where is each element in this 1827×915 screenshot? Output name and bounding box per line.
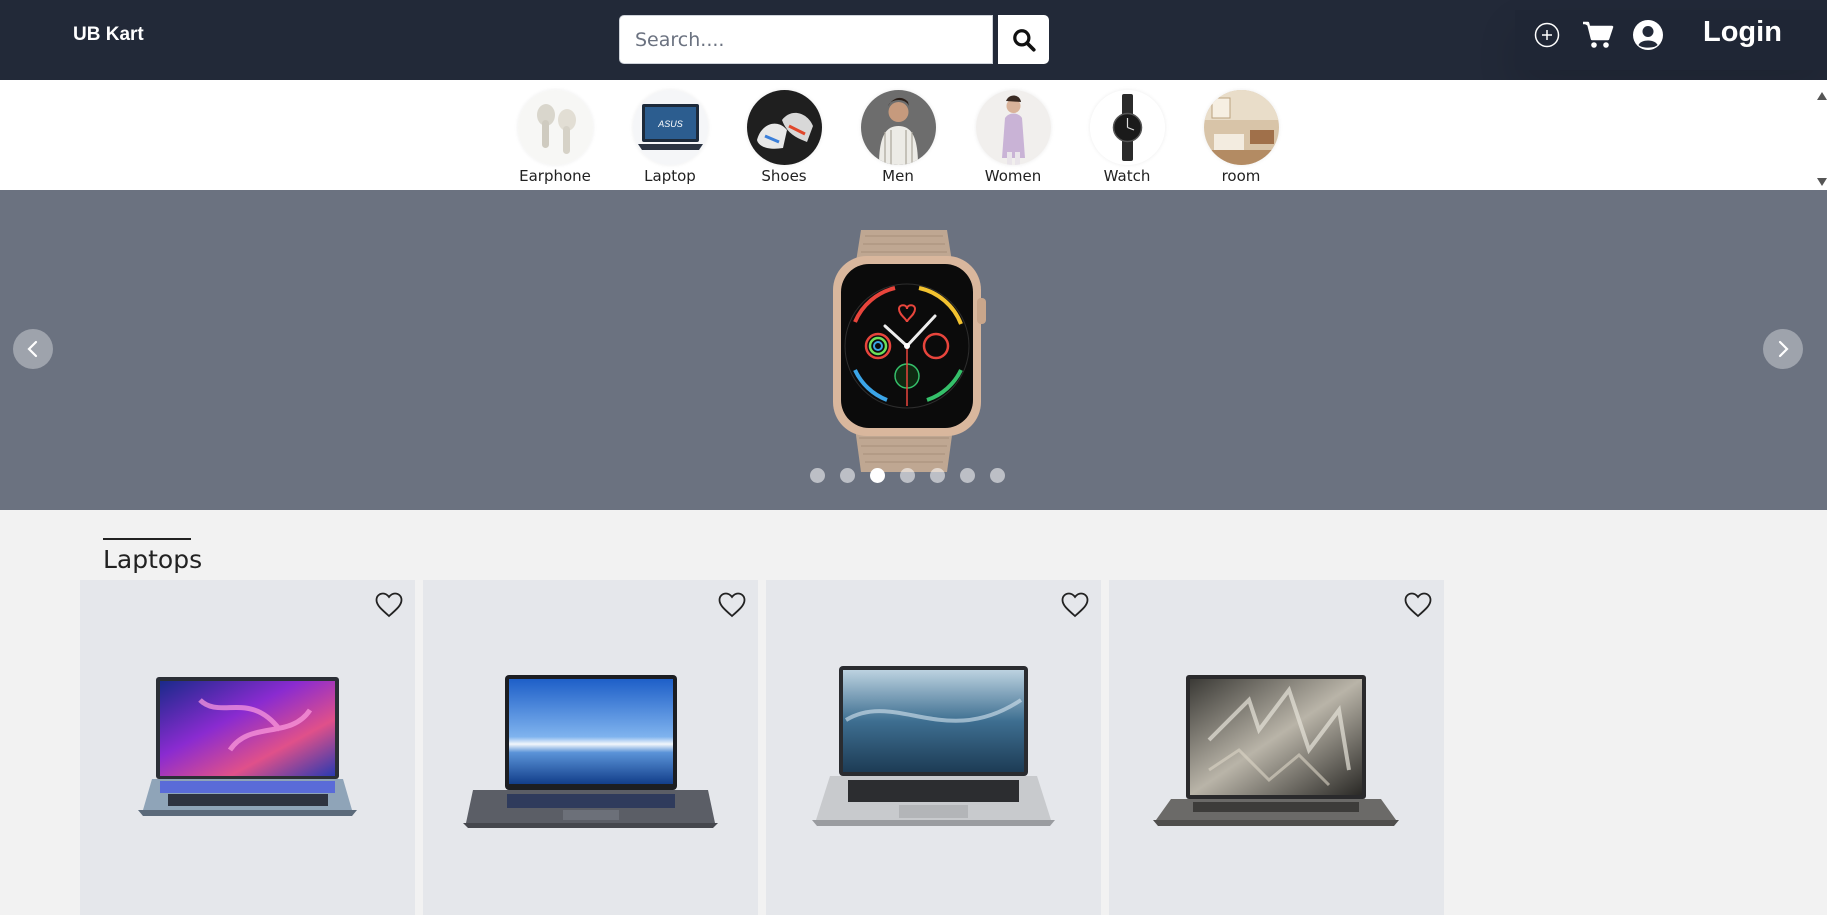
product-card[interactable] — [423, 580, 758, 915]
category-label: Men — [882, 167, 914, 185]
category-item[interactable]: room — [1191, 90, 1291, 185]
product-card[interactable] — [766, 580, 1101, 915]
plus-circle-icon — [1534, 22, 1560, 48]
heart-icon[interactable] — [718, 592, 746, 618]
section-title-underline — [103, 538, 191, 540]
carousel-indicators — [810, 468, 1005, 483]
cart-icon — [1583, 21, 1614, 48]
carousel-dot[interactable] — [840, 468, 855, 483]
search-button[interactable] — [998, 15, 1049, 64]
login-link[interactable]: Login — [1703, 16, 1782, 49]
heart-icon[interactable] — [1061, 592, 1089, 618]
category-item[interactable]: Men — [848, 90, 948, 185]
search-icon — [1012, 28, 1036, 52]
category-item[interactable]: Shoes — [734, 90, 834, 185]
search-input[interactable] — [619, 15, 993, 64]
section-title: Laptops — [103, 545, 203, 574]
category-label: room — [1221, 167, 1261, 185]
carousel-next-button[interactable] — [1763, 329, 1803, 369]
chevron-right-icon — [1778, 340, 1789, 358]
profile-button[interactable] — [1632, 19, 1664, 51]
category-image — [746, 90, 822, 165]
category-image — [860, 90, 936, 165]
category-label: Shoes — [761, 167, 807, 185]
carousel-slide-image — [833, 230, 986, 472]
category-strip: Earphone ASUS Laptop Shoes Men Women Wat… — [0, 80, 1827, 190]
add-product-button[interactable] — [1534, 22, 1560, 48]
product-card[interactable] — [1109, 580, 1444, 915]
product-image — [812, 666, 1055, 826]
category-item[interactable]: Earphone — [505, 90, 605, 185]
product-card[interactable] — [80, 580, 415, 915]
scroll-down-arrow-icon[interactable] — [1817, 178, 1827, 186]
brand-logo[interactable]: UB Kart — [73, 24, 144, 46]
category-item[interactable]: ASUS Laptop — [620, 90, 720, 185]
category-image — [1089, 90, 1165, 165]
user-circle-icon — [1633, 20, 1663, 50]
carousel-dot[interactable] — [960, 468, 975, 483]
chevron-left-icon — [27, 340, 38, 358]
carousel-dot[interactable] — [810, 468, 825, 483]
category-label: Women — [984, 167, 1042, 185]
product-image — [463, 675, 718, 828]
category-image — [1203, 90, 1279, 165]
category-item[interactable]: Watch — [1077, 90, 1177, 185]
top-navbar: UB Kart Login — [0, 0, 1827, 80]
heart-icon[interactable] — [1404, 592, 1432, 618]
category-image: ASUS — [632, 90, 708, 165]
hero-carousel — [0, 190, 1827, 510]
carousel-dot[interactable] — [900, 468, 915, 483]
product-image — [138, 677, 357, 816]
category-item[interactable]: Women — [963, 90, 1063, 185]
carousel-dot-active[interactable] — [870, 468, 885, 483]
category-image — [517, 90, 593, 165]
product-image — [1153, 675, 1399, 826]
category-label: Laptop — [644, 167, 696, 185]
category-label: Watch — [1103, 167, 1151, 185]
carousel-prev-button[interactable] — [13, 329, 53, 369]
category-label: Earphone — [519, 167, 591, 185]
svg-text:ASUS: ASUS — [657, 119, 683, 129]
carousel-dot[interactable] — [930, 468, 945, 483]
cart-button[interactable] — [1582, 20, 1614, 50]
scroll-up-arrow-icon[interactable] — [1817, 92, 1827, 100]
heart-icon[interactable] — [375, 592, 403, 618]
carousel-dot[interactable] — [990, 468, 1005, 483]
category-image — [975, 90, 1051, 165]
